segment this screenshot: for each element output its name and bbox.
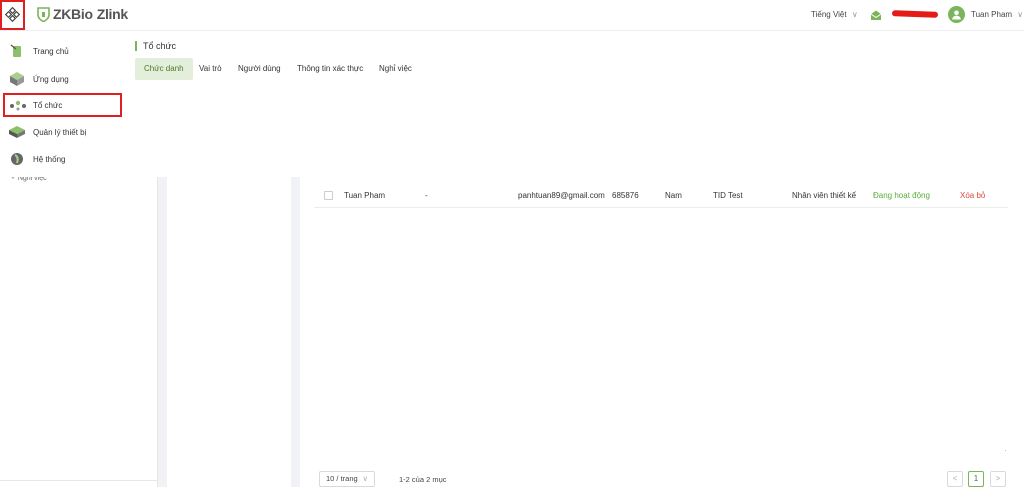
sidebar-item-label: Quản lý thiết bị — [33, 127, 87, 137]
avatar[interactable] — [948, 6, 965, 23]
status-badge: Đang hoạt động — [873, 191, 930, 200]
decorative-dot — [1005, 450, 1006, 451]
app-logo[interactable]: ZKBio Zlink — [37, 6, 128, 22]
shield-logo-icon — [37, 6, 50, 22]
tab-users[interactable]: Người dùng — [229, 58, 290, 80]
cell-position: Nhân viên thiết kế — [792, 191, 857, 200]
left-tree-panel: ⚬ Nghỉ việc — [0, 175, 158, 487]
home-icon — [8, 42, 26, 60]
chevron-down-icon: ∨ — [851, 10, 858, 19]
app-switcher-button[interactable] — [0, 0, 25, 30]
main-content: Tuan Pham - panhtuan89@gmail.com 685876 … — [300, 177, 1024, 487]
chevron-down-icon: ∨ — [362, 474, 369, 483]
tab-credentials[interactable]: Thông tin xác thực — [288, 58, 372, 80]
chevron-down-icon: ∨ — [1017, 10, 1024, 19]
sidebar-item-label: Hệ thống — [33, 154, 66, 164]
page-number-button[interactable]: 1 — [968, 471, 984, 487]
apps-icon — [8, 70, 26, 88]
organization-submenu: Tổ chức Chức danh Vai trò Người dùng Thô… — [124, 31, 1024, 177]
organization-icon — [9, 96, 27, 114]
divider — [0, 480, 158, 481]
cell-gender: Nam — [665, 191, 682, 200]
tab-job-title[interactable]: Chức danh — [135, 58, 193, 80]
top-header: ZKBio Zlink Tiếng Việt ∨ Tuan Pham ∨ — [0, 0, 1024, 31]
sidebar-item-system[interactable]: Hệ thống — [0, 147, 124, 171]
sidebar-item-label: Ứng dụng — [33, 74, 69, 84]
logo-text: ZKBio Zlink — [53, 6, 128, 22]
prev-page-button[interactable]: < — [947, 471, 963, 487]
cell-email: panhtuan89@gmail.com — [518, 191, 605, 200]
row-checkbox[interactable] — [324, 191, 333, 200]
next-page-button[interactable]: > — [990, 471, 1006, 487]
sidebar-item-home[interactable]: Trang chủ — [0, 39, 124, 63]
table-row[interactable]: Tuan Pham - panhtuan89@gmail.com 685876 … — [314, 181, 1008, 208]
user-icon — [952, 10, 961, 20]
language-selector[interactable]: Tiếng Việt ∨ — [811, 10, 858, 19]
redaction-mark — [891, 10, 939, 18]
delete-link[interactable]: Xóa bỏ — [960, 191, 985, 200]
tab-roles[interactable]: Vai trò — [190, 58, 231, 80]
user-menu[interactable]: Tuan Pham ∨ — [971, 10, 1023, 19]
cell-company: TID Test — [713, 191, 743, 200]
app-grid-icon — [4, 7, 20, 23]
page-size-label: 10 / trang — [326, 474, 358, 483]
mail-icon[interactable] — [870, 9, 882, 21]
sidebar-item-organization[interactable]: Tổ chức — [3, 93, 122, 117]
cell-code: 685876 — [612, 191, 639, 200]
submenu-title: Tổ chức — [135, 41, 176, 51]
sidebar-item-apps[interactable]: Ứng dụng — [0, 67, 124, 91]
sidebar-item-label: Trang chủ — [33, 46, 69, 56]
logo-brand: ZKBio — [53, 6, 93, 22]
cell-col2: - — [425, 191, 428, 200]
cell-name: Tuan Pham — [344, 191, 386, 200]
sidebar-item-label: Tổ chức — [33, 100, 63, 110]
system-icon — [8, 150, 26, 168]
main-menu: Trang chủ Ứng dụng Tổ chức Quản lý thiết… — [0, 31, 124, 177]
device-icon — [8, 123, 26, 141]
middle-panel — [167, 177, 291, 487]
tab-resigned[interactable]: Nghỉ việc — [370, 58, 421, 80]
user-name-label: Tuan Pham — [971, 10, 1013, 19]
page-size-select[interactable]: 10 / trang ∨ — [319, 471, 375, 487]
sidebar-item-devices[interactable]: Quản lý thiết bị — [0, 120, 124, 144]
logo-product: Zlink — [96, 6, 128, 22]
pagination-info: 1-2 của 2 mục — [399, 475, 447, 484]
language-label: Tiếng Việt — [811, 10, 847, 19]
